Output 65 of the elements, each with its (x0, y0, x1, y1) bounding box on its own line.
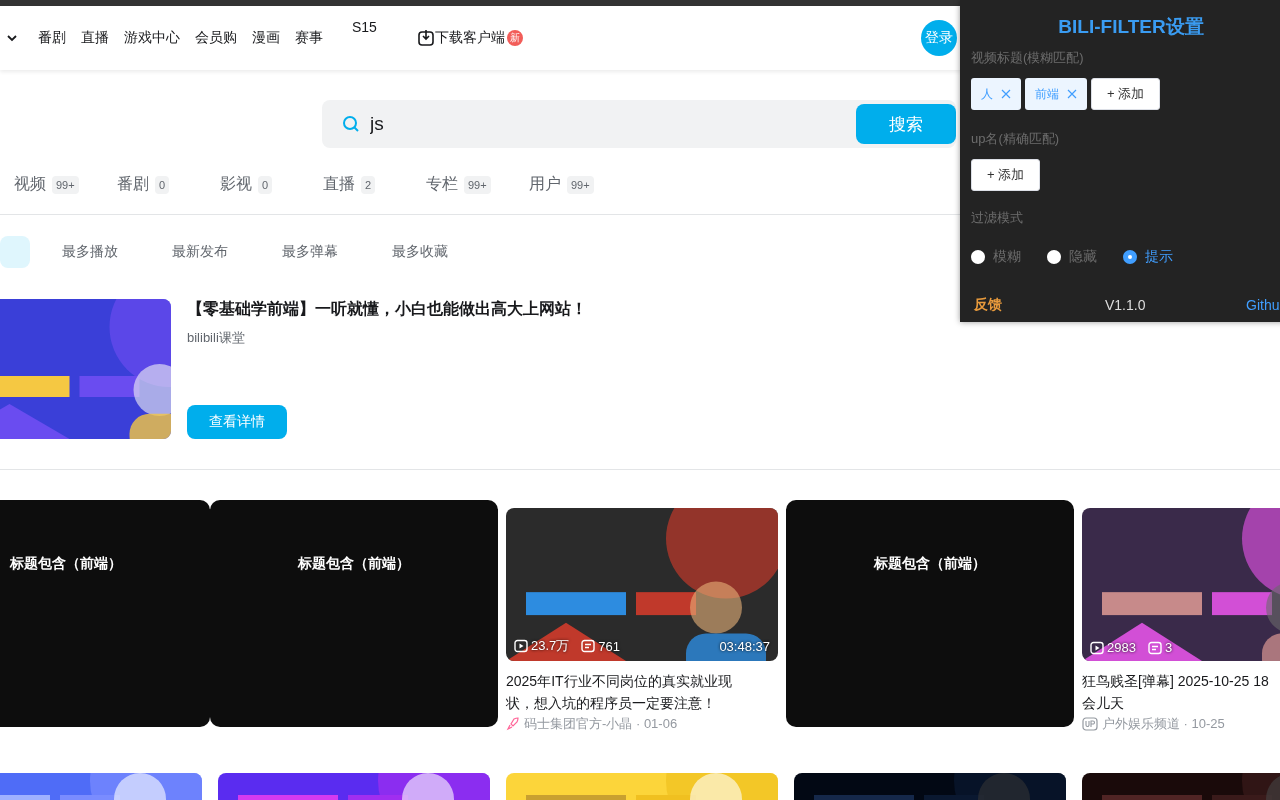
section-label: up名(精确匹配) (971, 130, 1061, 148)
video-title[interactable]: 状，想入坑的程序员一定要注意！ (506, 692, 778, 714)
video-title[interactable]: 2025年IT行业不同岗位的真实就业现 (506, 670, 778, 692)
section-label: 过滤模式 (971, 209, 1024, 227)
search-icon (342, 115, 360, 133)
radio-button[interactable] (1047, 250, 1061, 264)
course-title[interactable]: 【零基础学前端】一听就懂，小白也能做出高大上网站！ (187, 299, 587, 320)
type-tab[interactable]: 用户 (529, 174, 561, 195)
result-count: 99+ (567, 176, 594, 194)
radio-label[interactable]: 提示 (1145, 248, 1173, 266)
add-button[interactable]: + 添加 (1091, 78, 1161, 110)
chevron-down-icon[interactable] (6, 32, 18, 44)
video-title[interactable]: 狂鸟贱圣[弹幕] 2025-10-25 18 (1082, 670, 1280, 692)
add-button[interactable]: + 添加 (971, 159, 1041, 191)
mask-label: 标题包含（前端） (298, 554, 410, 573)
nav-link[interactable]: 赛事 (295, 29, 323, 47)
close-icon[interactable] (1067, 89, 1077, 99)
danmaku-count: 761 (598, 638, 620, 654)
type-tab[interactable]: 直播 (323, 174, 355, 195)
type-tab[interactable]: 视频 (14, 174, 46, 195)
nav-link[interactable]: 直播 (81, 29, 109, 47)
radio-button[interactable] (971, 250, 985, 264)
panel-title: BILI-FILTER设置 (1057, 15, 1205, 39)
nav-link[interactable]: 会员购 (195, 29, 237, 47)
video-title[interactable]: 会儿天 (1082, 692, 1280, 714)
feedback-link[interactable]: 反馈 (974, 296, 1105, 314)
danmaku-count: 3 (1164, 640, 1173, 655)
nav-link[interactable]: 漫画 (252, 29, 280, 47)
result-count: 99+ (52, 176, 79, 194)
new-badge: 新 (506, 30, 523, 46)
type-tab[interactable]: 番剧 (117, 174, 149, 195)
filter-tag: 前端 (1025, 78, 1087, 110)
danmaku-icon (581, 639, 596, 653)
mask-label: 标题包含（前端） (10, 554, 122, 573)
radio-button[interactable] (1123, 250, 1137, 264)
sort-tab[interactable]: 最多收藏 (392, 236, 502, 268)
sort-tab[interactable]: 最新发布 (172, 236, 282, 268)
result-count: 0 (155, 176, 170, 194)
filter-tag: 人 (971, 78, 1021, 110)
up-icon (1082, 717, 1098, 731)
sort-tab[interactable]: 最多弹幕 (282, 236, 392, 268)
play-icon (514, 639, 528, 653)
close-icon[interactable] (1001, 89, 1011, 99)
result-count: 99+ (464, 176, 491, 194)
mask-label: 标题包含（前端） (874, 554, 986, 573)
course-source: bilibili课堂 (187, 329, 246, 347)
view-count: 23.7万 (531, 637, 570, 655)
nav-link[interactable]: S15 (352, 19, 377, 35)
download-icon[interactable] (416, 29, 435, 47)
rocket-icon (506, 717, 520, 731)
result-count: 0 (258, 176, 273, 194)
nav-link[interactable]: 游戏中心 (124, 29, 180, 47)
section-label: 视频标题(模糊匹配) (971, 49, 1085, 67)
version-label: V1.1.0 (1105, 297, 1147, 313)
play-icon (1090, 640, 1104, 655)
nav-link[interactable]: 番剧 (38, 29, 66, 47)
search-field[interactable]: js (370, 113, 670, 135)
download-link[interactable]: 下载客户端 (434, 29, 505, 47)
view-count: 2983 (1107, 640, 1136, 655)
result-count: 2 (361, 176, 376, 194)
danmaku-icon (1147, 640, 1162, 655)
type-tab[interactable]: 专栏 (426, 174, 458, 195)
github-link[interactable]: Githu (1246, 297, 1280, 313)
type-tab[interactable]: 影视 (220, 174, 252, 195)
sort-tab[interactable]: 最多播放 (62, 236, 172, 268)
